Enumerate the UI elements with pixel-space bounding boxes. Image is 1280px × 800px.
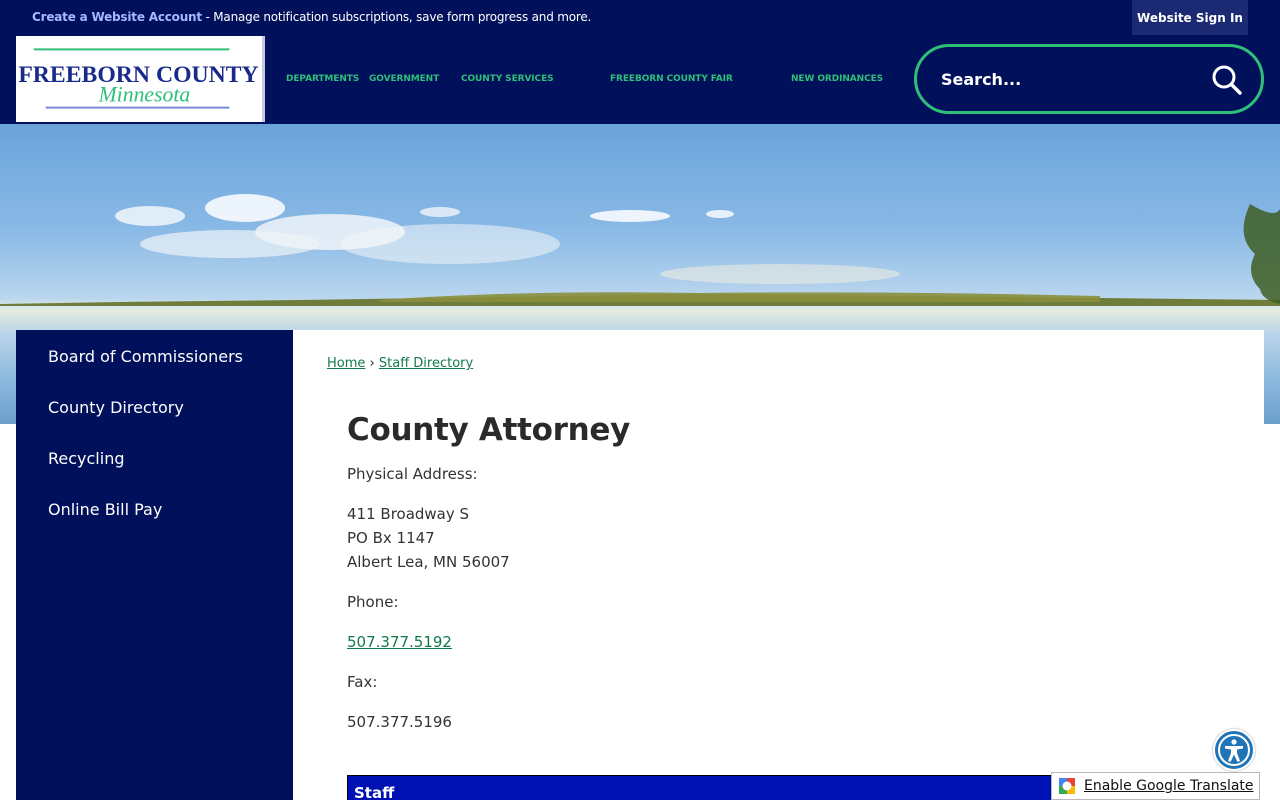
phone-link[interactable]: 507.377.5192	[347, 633, 452, 651]
site-header: FREEBORN COUNTY Minnesota DEPARTMENTS GO…	[0, 36, 1280, 124]
address-line2: PO Bx 1147	[347, 529, 435, 547]
breadcrumb-separator: ›	[369, 356, 375, 371]
county-logo-graphic: FREEBORN COUNTY Minnesota	[18, 48, 259, 109]
page-title: County Attorney	[347, 412, 631, 448]
fax-label: Fax:	[347, 673, 378, 691]
staff-table-header: Staff	[347, 775, 1103, 800]
logo-line2: Minnesota	[98, 83, 191, 107]
sidebar-item-recycling[interactable]: Recycling	[48, 449, 125, 468]
sidebar-nav: Board of Commissioners County Directory …	[16, 330, 293, 800]
google-translate-icon	[1059, 778, 1075, 794]
main-content: Home › Staff Directory County Attorney P…	[293, 330, 1264, 800]
accessibility-icon	[1218, 734, 1250, 766]
nav-new-ordinances[interactable]: NEW ORDINANCES	[791, 74, 883, 84]
phone-label: Phone:	[347, 593, 399, 611]
sidebar-item-online-bill-pay[interactable]: Online Bill Pay	[48, 500, 162, 519]
search-icon[interactable]	[1211, 64, 1243, 96]
physical-address-label: Physical Address:	[347, 465, 478, 483]
sidebar-item-board-of-commissioners[interactable]: Board of Commissioners	[48, 347, 243, 366]
breadcrumb: Home › Staff Directory	[327, 356, 473, 371]
accessibility-button[interactable]	[1213, 729, 1255, 771]
address-line1: 411 Broadway S	[347, 505, 470, 523]
account-message-text: - Manage notification subscriptions, sav…	[201, 10, 592, 24]
breadcrumb-home[interactable]: Home	[327, 356, 365, 371]
utility-bar: Create a Website Account - Manage notifi…	[0, 0, 1280, 36]
google-translate-label: Enable Google Translate	[1084, 778, 1254, 794]
account-message: Create a Website Account - Manage notifi…	[32, 10, 591, 24]
address-line3: Albert Lea, MN 56007	[347, 553, 510, 571]
nav-government[interactable]: GOVERNMENT	[369, 74, 439, 84]
county-logo[interactable]: FREEBORN COUNTY Minnesota	[16, 36, 265, 122]
sidebar-item-county-directory[interactable]: County Directory	[48, 398, 184, 417]
fax-number: 507.377.5196	[347, 713, 452, 731]
sign-in-button[interactable]: Website Sign In	[1132, 0, 1248, 35]
create-account-link[interactable]: Create a Website Account	[32, 10, 202, 24]
nav-county-fair[interactable]: FREEBORN COUNTY FAIR	[610, 74, 733, 84]
search-box	[914, 44, 1264, 114]
staff-header-label: Staff	[354, 784, 395, 800]
search-input[interactable]	[941, 64, 1201, 94]
nav-county-services[interactable]: COUNTY SERVICES	[461, 74, 554, 84]
nav-departments[interactable]: DEPARTMENTS	[286, 74, 359, 84]
google-translate-button[interactable]: Enable Google Translate	[1051, 772, 1260, 800]
breadcrumb-staff-directory[interactable]: Staff Directory	[379, 356, 473, 371]
